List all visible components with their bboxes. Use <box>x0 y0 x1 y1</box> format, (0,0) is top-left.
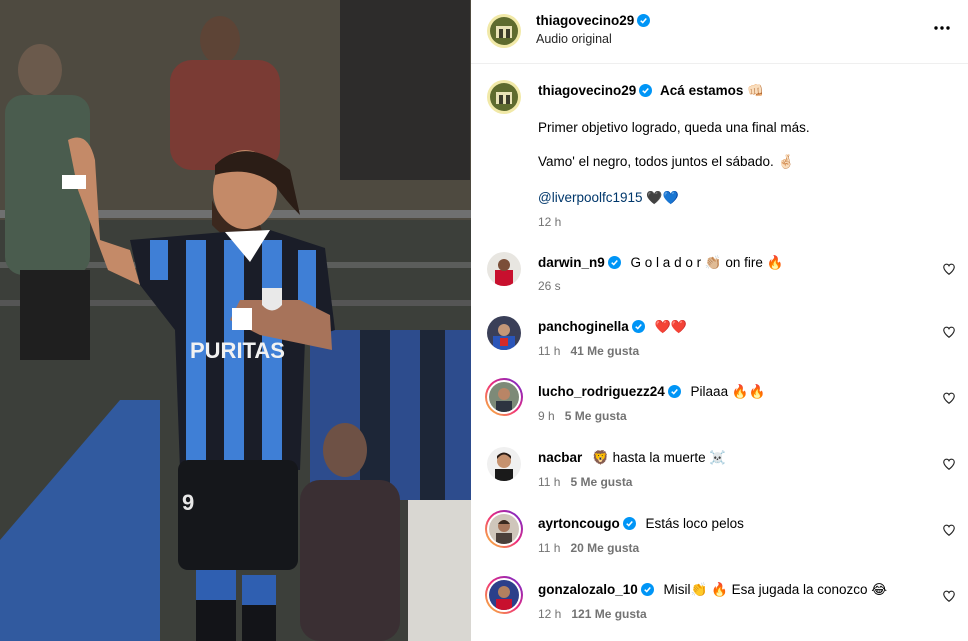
comment-likes[interactable]: 41 Me gusta <box>570 344 639 358</box>
comment-username[interactable]: lucho_rodriguezz24 <box>538 384 665 399</box>
caption-username[interactable]: thiagovecino29 <box>538 83 636 98</box>
avatar-image <box>489 382 519 412</box>
verified-badge-icon <box>607 256 621 269</box>
comment-username[interactable]: gonzalozalo_10 <box>538 582 638 597</box>
header-audio-label[interactable]: Audio original <box>536 32 612 46</box>
caption-line-2: Vamo' el negro, todos juntos el sábado. … <box>538 154 795 169</box>
comment-row: panchoginella ❤️❤️ <box>538 319 687 335</box>
author-avatar[interactable] <box>487 14 521 48</box>
comment-row: gonzalozalo_10 Misil👏 🔥 Esa jugada la co… <box>538 582 887 598</box>
comment-avatar[interactable] <box>487 447 521 481</box>
like-heart-icon[interactable] <box>942 325 956 339</box>
caption-author-avatar[interactable] <box>487 80 521 114</box>
header-username[interactable]: thiagovecino29 <box>536 13 634 28</box>
caption-line-1: Primer objetivo logrado, queda una final… <box>538 120 810 135</box>
avatar-image <box>487 14 521 48</box>
post-sidebar: thiagovecino29 Audio original thiagoveci… <box>471 0 968 641</box>
more-options-button[interactable] <box>932 18 952 38</box>
comment-avatar-story-ring[interactable] <box>485 378 523 416</box>
verified-badge-icon <box>622 517 636 530</box>
avatar-image <box>487 447 521 481</box>
post-header: thiagovecino29 Audio original <box>471 0 968 64</box>
comment-likes[interactable]: 5 Me gusta <box>570 475 632 489</box>
avatar-image <box>487 316 521 350</box>
like-heart-icon[interactable] <box>942 589 956 603</box>
shorts-number-text: 9 <box>182 490 194 515</box>
comment-username[interactable]: panchoginella <box>538 319 629 334</box>
caption-headline: Acá estamos 👊🏻 <box>660 83 764 98</box>
avatar-image <box>489 580 519 610</box>
comment-likes[interactable]: 5 Me gusta <box>565 409 627 423</box>
jersey-sponsor-text: PURITAS <box>190 338 285 363</box>
verified-badge-icon <box>667 385 681 398</box>
comment-row: darwin_n9 G o l a d o r 👏🏼 on fire 🔥 <box>538 255 783 271</box>
comment-username[interactable]: ayrtoncougo <box>538 516 620 531</box>
like-heart-icon[interactable] <box>942 262 956 276</box>
comment-row: lucho_rodriguezz24 Pilaaa 🔥🔥 <box>538 384 765 400</box>
caption-hearts: 🖤💙 <box>646 191 679 206</box>
comment-time[interactable]: 11 h <box>538 344 560 358</box>
comment-text: Pilaaa 🔥🔥 <box>690 384 766 399</box>
photo-illustration: PURITAS 9 <box>0 0 471 641</box>
comment-username[interactable]: nacbar <box>538 450 582 465</box>
comment-time[interactable]: 12 h <box>538 607 561 621</box>
comment-likes[interactable]: 20 Me gusta <box>570 541 639 555</box>
avatar-image <box>487 252 521 286</box>
comment-text: Misil👏 🔥 Esa jugada la conozco 😂 <box>663 582 888 597</box>
caption-timestamp[interactable]: 12 h <box>538 215 561 229</box>
avatar-image <box>487 80 521 114</box>
comment-row: nacbar 🦁 hasta la muerte ☠️ <box>538 450 726 466</box>
comment-time[interactable]: 11 h <box>538 541 560 555</box>
verified-badge-icon <box>637 14 651 27</box>
avatar-image <box>489 514 519 544</box>
comment-row: ayrtoncougo Estás loco pelos <box>538 516 744 531</box>
verified-badge-icon <box>640 583 654 596</box>
like-heart-icon[interactable] <box>942 523 956 537</box>
like-heart-icon[interactable] <box>942 391 956 405</box>
comment-text: Estás loco pelos <box>645 516 744 531</box>
verified-badge-icon <box>631 320 645 333</box>
comment-username[interactable]: darwin_n9 <box>538 255 605 270</box>
caption-mention-link[interactable]: @liverpoolfc1915 <box>538 190 643 205</box>
like-heart-icon[interactable] <box>942 457 956 471</box>
comment-avatar-story-ring[interactable] <box>485 510 523 548</box>
comment-text: G o l a d o r 👏🏼 on fire 🔥 <box>630 255 784 270</box>
comment-likes[interactable]: 121 Me gusta <box>571 607 646 621</box>
comment-text: 🦁 hasta la muerte ☠️ <box>592 450 727 465</box>
comment-text: ❤️❤️ <box>654 320 687 335</box>
comment-avatar[interactable] <box>487 316 521 350</box>
more-options-icon <box>934 26 950 30</box>
post-photo[interactable]: PURITAS 9 <box>0 0 471 641</box>
comment-avatar[interactable] <box>487 252 521 286</box>
comment-avatar-story-ring[interactable] <box>485 576 523 614</box>
verified-badge-icon <box>639 84 653 97</box>
comment-time[interactable]: 9 h <box>538 409 555 423</box>
comment-time[interactable]: 26 s <box>538 279 561 293</box>
comment-time[interactable]: 11 h <box>538 475 560 489</box>
